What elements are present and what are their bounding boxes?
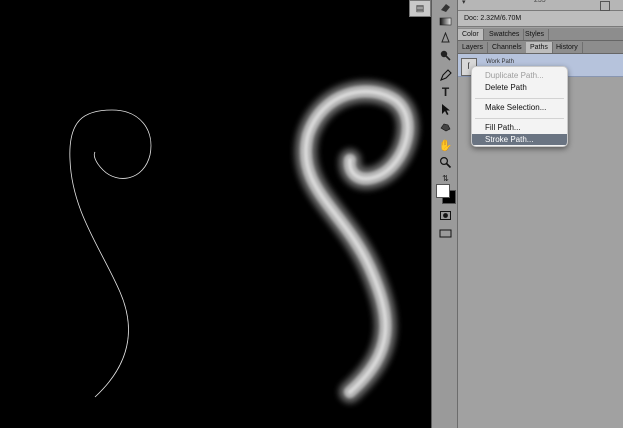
right-panels: ▾ 235 Doc: 2.32M/6.70M Color Swatches St… xyxy=(458,0,623,428)
color-swatch[interactable] xyxy=(435,183,456,204)
tab-layers[interactable]: Layers xyxy=(458,42,489,53)
menu-item-fill-path[interactable]: Fill Path... xyxy=(472,122,567,133)
context-menu: Duplicate Path... Delete Path Make Selec… xyxy=(471,66,568,147)
dodge-icon[interactable] xyxy=(437,48,454,63)
menu-item-stroke-path[interactable]: Stroke Path... xyxy=(472,134,567,145)
options-strip: ▾ 235 xyxy=(458,0,623,11)
work-path-outline xyxy=(69,109,152,398)
menu-separator xyxy=(475,118,564,119)
tools-panel: T ✋ ⇅ xyxy=(431,0,458,428)
tab-styles[interactable]: Styles xyxy=(521,29,550,40)
tab-color[interactable]: Color xyxy=(458,29,484,40)
dropdown-arrow-icon[interactable]: ▾ xyxy=(462,0,466,6)
type-icon[interactable]: T xyxy=(437,85,454,100)
gradient-icon[interactable] xyxy=(437,14,454,29)
quick-mask-icon[interactable] xyxy=(437,208,454,223)
menu-item-make-selection[interactable]: Make Selection... xyxy=(472,102,567,113)
menu-item-duplicate-path: Duplicate Path... xyxy=(485,71,544,80)
hand-icon[interactable]: ✋ xyxy=(437,139,454,154)
doc-info: Doc: 2.32M/6.70M xyxy=(458,11,623,27)
document-canvas[interactable] xyxy=(0,0,431,428)
menu-item-delete-path[interactable]: Delete Path xyxy=(472,82,567,93)
menu-separator xyxy=(475,98,564,99)
layers-tab-row: Layers Channels Paths History xyxy=(458,41,623,54)
stroked-path xyxy=(294,80,419,403)
panel-checkbox[interactable] xyxy=(600,1,610,11)
bridge-icon[interactable]: ▤ xyxy=(409,0,431,17)
tab-swatches[interactable]: Swatches xyxy=(485,29,525,40)
foreground-color-swatch[interactable] xyxy=(436,184,450,198)
screen-mode-icon[interactable] xyxy=(437,226,454,241)
shape-icon[interactable] xyxy=(437,119,454,134)
eraser-icon[interactable] xyxy=(437,0,454,15)
canvas-artwork xyxy=(69,80,419,403)
tab-channels[interactable]: Channels xyxy=(488,42,527,53)
tab-paths[interactable]: Paths xyxy=(526,42,553,53)
tab-history[interactable]: History xyxy=(552,42,583,53)
pen-icon[interactable] xyxy=(437,68,454,83)
path-select-icon[interactable] xyxy=(437,102,454,117)
color-tab-row: Color Swatches Styles xyxy=(458,28,623,41)
zoom-icon[interactable] xyxy=(437,155,454,170)
blur-icon[interactable] xyxy=(437,31,454,46)
options-value: 235 xyxy=(534,0,546,4)
path-name: Work Path xyxy=(486,59,514,65)
